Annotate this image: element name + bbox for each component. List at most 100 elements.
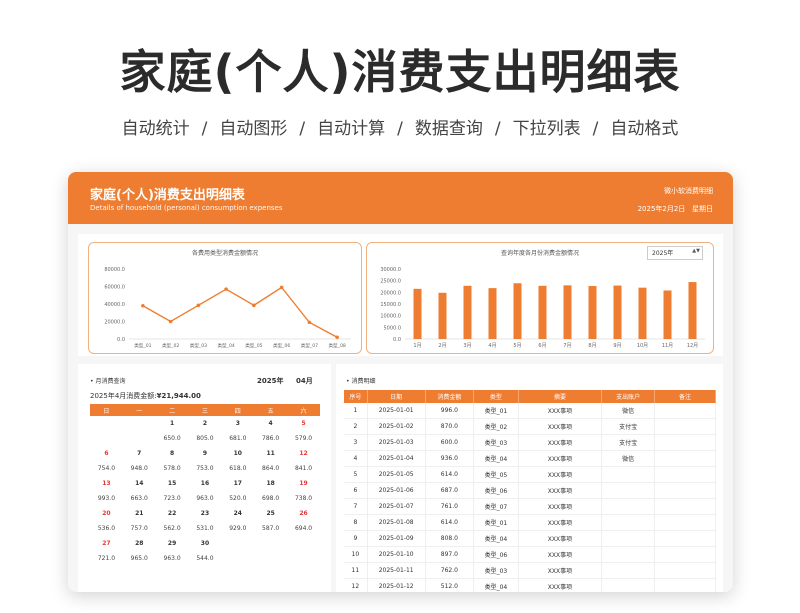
table-cell[interactable]: 类型_04 (473, 450, 519, 467)
table-cell[interactable]: XXX事项 (518, 514, 603, 531)
table-cell[interactable] (601, 498, 655, 515)
table-row[interactable]: 5 2025-01-05 614.0 类型_05 XXX事项 (344, 466, 717, 483)
column-header[interactable]: 消费金额 (425, 390, 475, 403)
table-cell[interactable] (654, 434, 717, 451)
table-cell[interactable]: 761.0 (425, 498, 475, 515)
table-cell[interactable]: 类型_07 (473, 498, 519, 515)
table-cell[interactable]: 12 (344, 578, 368, 592)
table-cell[interactable]: 614.0 (425, 514, 475, 531)
column-header[interactable]: 日期 (367, 390, 426, 403)
table-cell[interactable] (601, 546, 655, 563)
table-cell[interactable] (654, 514, 717, 531)
table-cell[interactable]: 2025-01-01 (367, 403, 426, 419)
table-row[interactable]: 2 2025-01-02 870.0 类型_02 XXX事项 支付宝 (344, 418, 717, 435)
table-cell[interactable] (654, 562, 717, 579)
table-cell[interactable] (601, 578, 655, 592)
table-cell[interactable]: 614.0 (425, 466, 475, 483)
table-cell[interactable]: 687.0 (425, 482, 475, 499)
table-cell[interactable]: 2025-01-03 (367, 434, 426, 451)
table-cell[interactable]: XXX事项 (518, 546, 603, 563)
table-cell[interactable]: XXX事项 (518, 418, 603, 435)
table-cell[interactable] (654, 530, 717, 547)
table-cell[interactable]: 7 (344, 498, 368, 515)
table-cell[interactable] (654, 482, 717, 499)
table-row[interactable]: 1 2025-01-01 996.0 类型_01 XXX事项 微信 (344, 403, 717, 419)
table-cell[interactable]: 类型_01 (473, 514, 519, 531)
table-cell[interactable]: XXX事项 (518, 530, 603, 547)
table-cell[interactable]: 类型_01 (473, 403, 519, 419)
table-cell[interactable]: XXX事项 (518, 403, 603, 419)
table-cell[interactable]: 支付宝 (601, 418, 655, 435)
table-cell[interactable]: 11 (344, 562, 368, 579)
table-row[interactable]: 10 2025-01-10 897.0 类型_06 XXX事项 (344, 546, 717, 563)
table-cell[interactable] (654, 450, 717, 467)
table-cell[interactable] (654, 546, 717, 563)
table-row[interactable]: 7 2025-01-07 761.0 类型_07 XXX事项 (344, 498, 717, 515)
table-cell[interactable] (601, 530, 655, 547)
table-cell[interactable]: 2025-01-11 (367, 562, 426, 579)
table-cell[interactable]: XXX事项 (518, 482, 603, 499)
table-cell[interactable]: 类型_03 (473, 434, 519, 451)
table-cell[interactable]: 8 (344, 514, 368, 531)
column-header[interactable]: 序号 (344, 390, 368, 403)
table-cell[interactable]: 类型_02 (473, 418, 519, 435)
table-cell[interactable]: 2025-01-05 (367, 466, 426, 483)
spinner-arrows-icon[interactable]: ▲▼ (692, 248, 700, 254)
column-header[interactable]: 类型 (473, 390, 519, 403)
table-cell[interactable]: 2025-01-07 (367, 498, 426, 515)
table-cell[interactable]: 2025-01-04 (367, 450, 426, 467)
table-cell[interactable] (601, 562, 655, 579)
table-cell[interactable]: XXX事项 (518, 498, 603, 515)
table-cell[interactable]: 9 (344, 530, 368, 547)
year-select[interactable]: 2025年 ▲▼ (647, 246, 703, 260)
table-cell[interactable] (654, 578, 717, 592)
table-cell[interactable]: 类型_06 (473, 546, 519, 563)
table-cell[interactable]: XXX事项 (518, 578, 603, 592)
table-cell[interactable]: 1 (344, 403, 368, 419)
table-cell[interactable]: 2025-01-06 (367, 482, 426, 499)
table-row[interactable]: 8 2025-01-08 614.0 类型_01 XXX事项 (344, 514, 717, 531)
table-cell[interactable]: 5 (344, 466, 368, 483)
table-cell[interactable]: 类型_03 (473, 562, 519, 579)
table-row[interactable]: 12 2025-01-12 512.0 类型_04 XXX事项 (344, 578, 717, 592)
table-cell[interactable]: XXX事项 (518, 562, 603, 579)
table-cell[interactable]: 3 (344, 434, 368, 451)
table-cell[interactable] (654, 403, 717, 419)
table-cell[interactable] (654, 498, 717, 515)
table-cell[interactable]: 类型_06 (473, 482, 519, 499)
table-cell[interactable]: 类型_04 (473, 578, 519, 592)
table-cell[interactable]: 微信 (601, 450, 655, 467)
table-cell[interactable]: 600.0 (425, 434, 475, 451)
table-cell[interactable]: 6 (344, 482, 368, 499)
table-cell[interactable]: 2025-01-08 (367, 514, 426, 531)
table-cell[interactable]: 762.0 (425, 562, 475, 579)
table-cell[interactable]: XXX事项 (518, 450, 603, 467)
table-cell[interactable]: XXX事项 (518, 466, 603, 483)
table-cell[interactable]: 2 (344, 418, 368, 435)
table-row[interactable]: 9 2025-01-09 808.0 类型_04 XXX事项 (344, 530, 717, 547)
table-cell[interactable]: 808.0 (425, 530, 475, 547)
table-row[interactable]: 4 2025-01-04 936.0 类型_04 XXX事项 微信 (344, 450, 717, 467)
table-cell[interactable]: 支付宝 (601, 434, 655, 451)
calendar-year[interactable]: 2025年 (257, 376, 283, 386)
table-cell[interactable]: 微信 (601, 403, 655, 419)
table-cell[interactable] (654, 418, 717, 435)
column-header[interactable]: 摘要 (518, 390, 603, 403)
table-cell[interactable]: 10 (344, 546, 368, 563)
table-cell[interactable]: 2025-01-02 (367, 418, 426, 435)
table-cell[interactable]: XXX事项 (518, 434, 603, 451)
table-cell[interactable]: 897.0 (425, 546, 475, 563)
column-header[interactable]: 支出账户 (601, 390, 655, 403)
table-row[interactable]: 3 2025-01-03 600.0 类型_03 XXX事项 支付宝 (344, 434, 717, 451)
table-row[interactable]: 11 2025-01-11 762.0 类型_03 XXX事项 (344, 562, 717, 579)
table-cell[interactable]: 2025-01-09 (367, 530, 426, 547)
table-cell[interactable]: 类型_05 (473, 466, 519, 483)
table-cell[interactable] (601, 466, 655, 483)
calendar-month[interactable]: 04月 (296, 376, 313, 386)
table-cell[interactable] (601, 514, 655, 531)
table-cell[interactable]: 2025-01-12 (367, 578, 426, 592)
table-cell[interactable]: 类型_04 (473, 530, 519, 547)
table-cell[interactable] (601, 482, 655, 499)
table-cell[interactable] (654, 466, 717, 483)
table-cell[interactable]: 512.0 (425, 578, 475, 592)
